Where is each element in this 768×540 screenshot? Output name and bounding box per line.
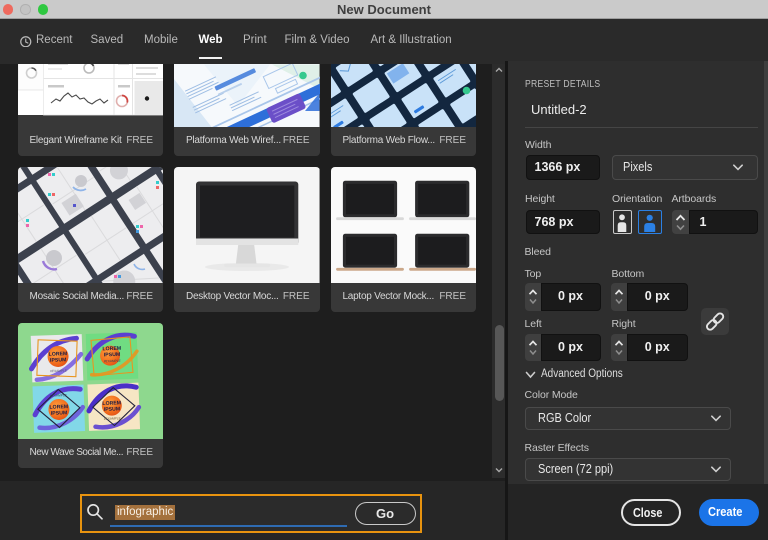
svg-text:IPSUM: IPSUM (103, 351, 120, 358)
svg-text:IPSUM: IPSUM (50, 410, 67, 417)
svg-text:#EXAMPLE: #EXAMPLE (50, 368, 67, 373)
svg-text:IPSUM: IPSUM (103, 406, 120, 413)
svg-text:#EXAMPLE: #EXAMPLE (103, 416, 120, 421)
svg-text:#EXAMPLE: #EXAMPLE (49, 393, 66, 398)
svg-text:#EXAMPLE: #EXAMPLE (103, 358, 120, 363)
svg-text:IPSUM: IPSUM (49, 357, 66, 364)
